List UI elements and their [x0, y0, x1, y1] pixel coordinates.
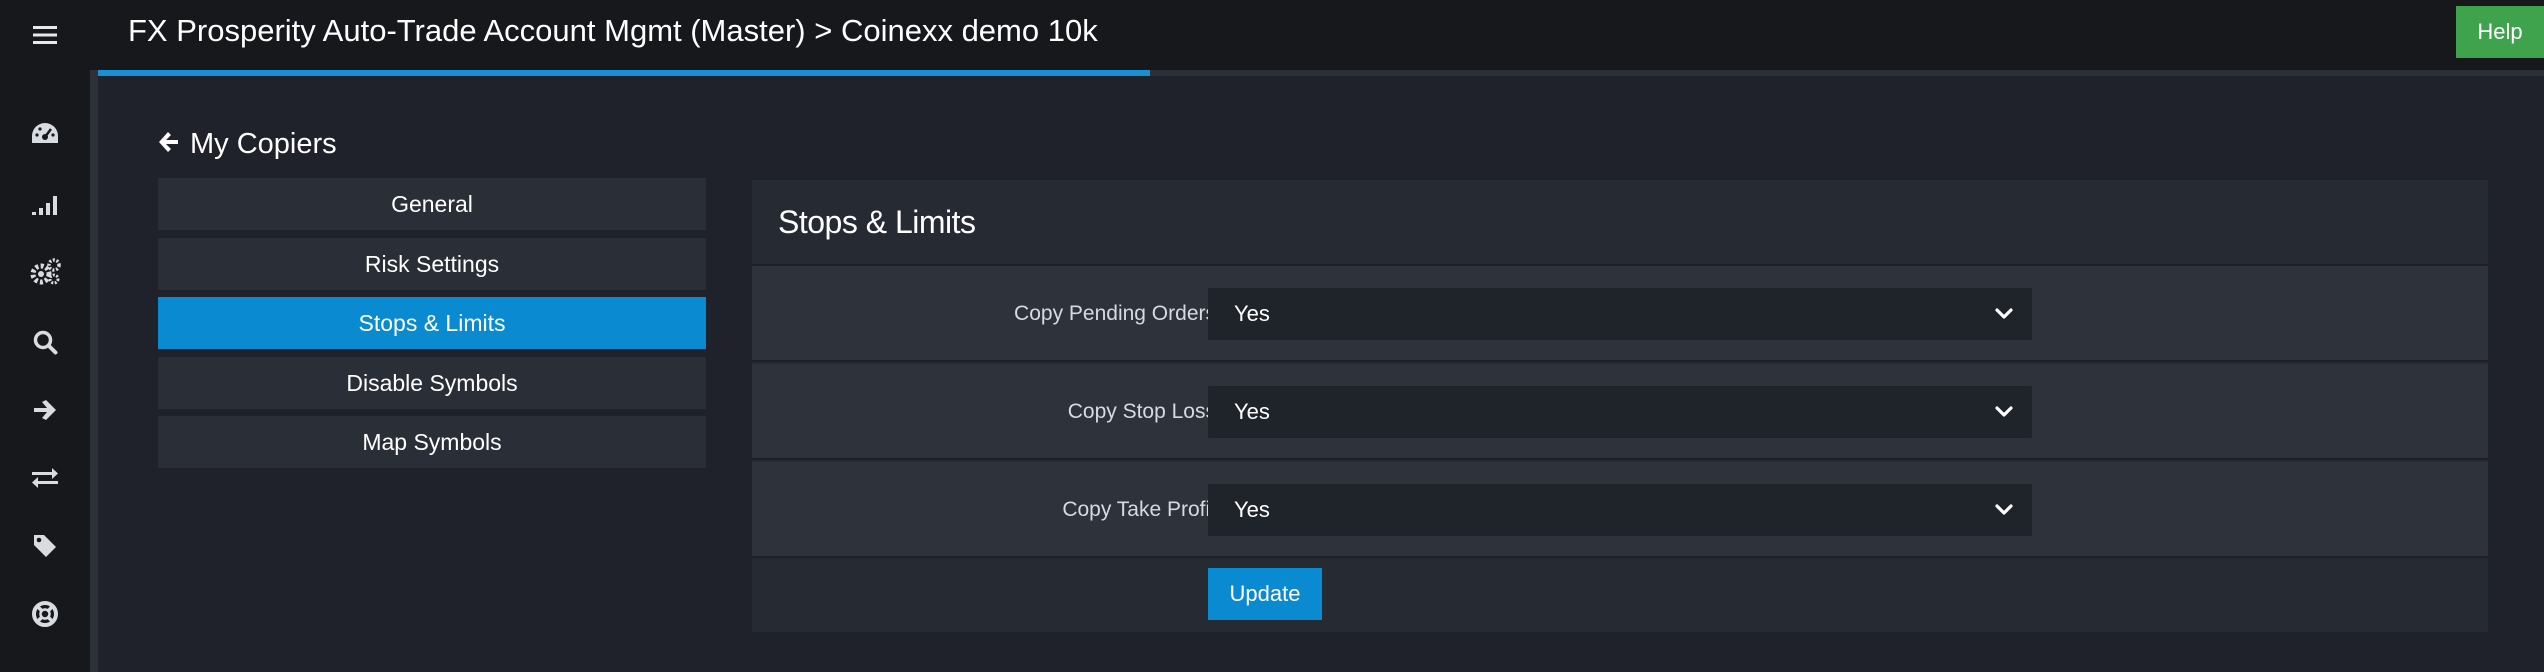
nav-item-stops-limits[interactable]: Stops & Limits — [158, 297, 706, 349]
nav-item-disable-symbols[interactable]: Disable Symbols — [158, 357, 706, 409]
nav-item-map-symbols[interactable]: Map Symbols — [158, 416, 706, 468]
back-link-label: My Copiers — [190, 127, 337, 160]
form-row-copy-pending-orders: Copy Pending Orders Yes — [752, 266, 2488, 362]
copy-take-profit-select[interactable]: Yes — [1208, 484, 2032, 536]
select-value: Yes — [1234, 399, 1270, 424]
form-row-copy-take-profit: Copy Take Profit Yes — [752, 462, 2488, 558]
nav-item-risk-settings[interactable]: Risk Settings — [158, 238, 706, 290]
support-icon[interactable] — [0, 584, 90, 644]
copy-stop-loss-label: Copy Stop Loss — [1067, 400, 1216, 423]
chevron-down-icon — [1995, 406, 2013, 417]
update-button[interactable]: Update — [1208, 568, 1322, 620]
dashboard-icon[interactable] — [0, 104, 90, 164]
exchange-icon[interactable] — [0, 448, 90, 508]
form-row-copy-stop-loss: Copy Stop Loss Yes — [752, 364, 2488, 460]
progress-bar — [98, 70, 2544, 76]
progress-fill — [98, 70, 1150, 76]
chevron-down-icon — [1995, 504, 2013, 515]
arrow-right-icon[interactable] — [0, 380, 90, 440]
copy-pending-orders-label: Copy Pending Orders — [1014, 302, 1216, 325]
stops-limits-panel: Stops & Limits Copy Pending Orders Yes C… — [752, 180, 2488, 632]
select-value: Yes — [1234, 301, 1270, 326]
copy-pending-orders-select[interactable]: Yes — [1208, 288, 2032, 340]
nav-item-general[interactable]: General — [158, 178, 706, 230]
tag-icon[interactable] — [0, 516, 90, 576]
chevron-down-icon — [1995, 308, 2013, 319]
panel-title: Stops & Limits — [778, 204, 976, 240]
signal-icon[interactable] — [0, 174, 90, 234]
top-bar: FX Prosperity Auto-Trade Account Mgmt (M… — [0, 0, 2544, 70]
settings-icon[interactable] — [0, 242, 90, 302]
back-link[interactable]: My Copiers — [158, 122, 337, 166]
arrow-left-icon — [158, 128, 180, 161]
copy-stop-loss-select[interactable]: Yes — [1208, 386, 2032, 438]
help-button[interactable]: Help — [2456, 6, 2544, 58]
copy-take-profit-label: Copy Take Profit — [1062, 498, 1216, 521]
sidebar — [0, 70, 90, 672]
hamburger-icon[interactable] — [0, 0, 90, 70]
page-title: FX Prosperity Auto-Trade Account Mgmt (M… — [128, 13, 1098, 48]
search-icon[interactable] — [0, 312, 90, 372]
sidebar-divider — [90, 70, 98, 672]
select-value: Yes — [1234, 497, 1270, 522]
